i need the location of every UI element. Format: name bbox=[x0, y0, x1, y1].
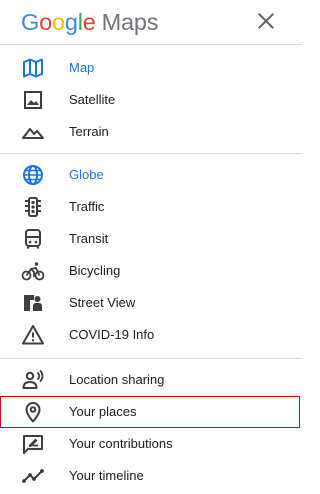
menu-item-your-contributions[interactable]: Your contributions bbox=[0, 428, 302, 460]
traffic-icon bbox=[21, 195, 45, 219]
contributions-icon bbox=[21, 432, 45, 456]
globe-icon bbox=[21, 163, 45, 187]
menu-item-label: Bicycling bbox=[69, 263, 121, 278]
menu-item-location-sharing[interactable]: Location sharing bbox=[0, 364, 302, 396]
menu-item-label: Your timeline bbox=[69, 468, 144, 483]
menu-header: Google Maps bbox=[0, 0, 302, 44]
satellite-icon bbox=[21, 88, 45, 112]
menu-item-your-timeline[interactable]: Your timeline bbox=[0, 460, 302, 492]
menu-item-label: Your contributions bbox=[69, 436, 173, 451]
map-icon bbox=[21, 56, 45, 80]
menu-item-bicycling[interactable]: Bicycling bbox=[0, 255, 302, 287]
timeline-icon bbox=[21, 464, 45, 488]
divider bbox=[0, 44, 302, 45]
menu-item-map[interactable]: Map bbox=[0, 52, 302, 84]
covid-warning-icon bbox=[21, 323, 45, 347]
location-sharing-icon bbox=[21, 368, 45, 392]
close-icon[interactable] bbox=[254, 9, 278, 33]
street-view-icon bbox=[21, 291, 45, 315]
menu-item-globe[interactable]: Globe bbox=[0, 159, 302, 191]
bicycle-icon bbox=[21, 259, 45, 283]
google-maps-logo: Google Maps bbox=[21, 9, 159, 35]
highlight-box bbox=[0, 396, 300, 428]
menu-item-traffic[interactable]: Traffic bbox=[0, 191, 302, 223]
menu-item-transit[interactable]: Transit bbox=[0, 223, 302, 255]
menu-item-label: Street View bbox=[69, 295, 136, 310]
menu-item-satellite[interactable]: Satellite bbox=[0, 84, 302, 116]
menu-item-street-view[interactable]: Street View bbox=[0, 287, 302, 319]
menu-item-terrain[interactable]: Terrain bbox=[0, 116, 302, 148]
menu-item-label: Location sharing bbox=[69, 372, 165, 387]
menu-item-label: Satellite bbox=[69, 92, 116, 107]
menu-item-label: Transit bbox=[69, 231, 109, 246]
transit-icon bbox=[21, 227, 45, 251]
menu-item-label: Traffic bbox=[69, 199, 105, 214]
divider bbox=[0, 358, 302, 359]
divider bbox=[0, 153, 302, 154]
menu-item-covid-info[interactable]: COVID-19 Info bbox=[0, 319, 302, 351]
terrain-icon bbox=[21, 120, 45, 144]
menu-item-label: Terrain bbox=[69, 124, 109, 139]
menu-item-label: COVID-19 Info bbox=[69, 327, 155, 342]
menu-item-label: Globe bbox=[69, 167, 104, 182]
menu-item-label: Map bbox=[69, 60, 95, 75]
